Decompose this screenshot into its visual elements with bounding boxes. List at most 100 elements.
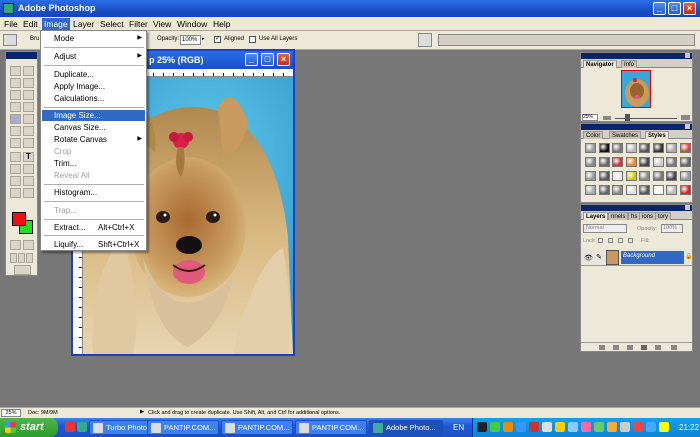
use-all-layers-checkbox[interactable] xyxy=(249,36,256,43)
style-preset-swatch[interactable] xyxy=(612,171,623,181)
blend-mode-select[interactable]: Normal xyxy=(583,224,627,233)
menu-layer[interactable]: Layer xyxy=(73,19,94,29)
tab-swatches[interactable]: Swatches xyxy=(609,131,642,139)
style-preset-swatch[interactable] xyxy=(679,171,691,181)
style-preset-swatch[interactable] xyxy=(679,185,691,195)
menu-help[interactable]: Help xyxy=(213,19,230,29)
navigator-thumbnail[interactable] xyxy=(621,70,651,108)
tray-app-icon[interactable] xyxy=(633,422,643,432)
style-preset-swatch[interactable] xyxy=(639,157,650,167)
eraser-tool-icon[interactable] xyxy=(10,126,21,136)
style-preset-swatch[interactable] xyxy=(652,157,664,167)
tray-app-icon[interactable] xyxy=(568,422,578,432)
blur-tool-icon[interactable] xyxy=(10,138,21,148)
style-preset-swatch[interactable] xyxy=(612,143,623,153)
app-title-bar[interactable]: Adobe Photoshop _ □ × xyxy=(0,0,700,17)
doc-size-info[interactable]: Doc: 9M/9M xyxy=(28,410,58,416)
style-preset-swatch[interactable] xyxy=(585,171,596,181)
zoom-out-icon[interactable] xyxy=(603,116,611,120)
new-layer-icon[interactable] xyxy=(655,345,661,350)
menu-item-histogram[interactable]: Histogram... xyxy=(42,187,145,198)
style-preset-swatch[interactable] xyxy=(666,157,677,167)
lock-position-checkbox[interactable] xyxy=(618,238,623,243)
menu-filter[interactable]: Filter xyxy=(129,19,148,29)
menu-item-mode[interactable]: Mode ▶ xyxy=(42,33,145,44)
tab-channels[interactable]: nnels xyxy=(608,212,629,220)
style-preset-swatch[interactable] xyxy=(652,143,664,153)
path-selection-icon[interactable] xyxy=(10,152,21,162)
type-tool-icon[interactable]: T xyxy=(23,152,34,162)
hand-tool-icon[interactable] xyxy=(10,188,21,198)
lock-image-checkbox[interactable] xyxy=(608,238,613,243)
task-pantip-1[interactable]: PANTIP.COM... xyxy=(147,420,219,435)
tray-app-icon[interactable] xyxy=(503,422,513,432)
style-preset-swatch[interactable] xyxy=(625,185,637,195)
language-indicator[interactable]: EN xyxy=(453,423,464,432)
tray-app-icon[interactable] xyxy=(516,422,526,432)
menu-item-rotate-canvas[interactable]: Rotate Canvas ▶ xyxy=(42,134,145,145)
crop-tool-icon[interactable] xyxy=(10,90,21,100)
quicklaunch-app-icon[interactable] xyxy=(65,422,75,432)
style-preset-swatch[interactable] xyxy=(585,143,596,153)
brush-palette-icon[interactable] xyxy=(418,33,432,47)
style-preset-swatch[interactable] xyxy=(652,185,664,195)
menu-item-canvas-size[interactable]: Canvas Size... xyxy=(42,122,145,133)
jump-to-imageready-icon[interactable] xyxy=(14,265,31,275)
layer-opacity-field[interactable]: 100% xyxy=(661,224,683,233)
lock-all-checkbox[interactable] xyxy=(628,238,633,243)
layer-style-icon[interactable] xyxy=(599,345,605,350)
tray-app-icon[interactable] xyxy=(620,422,630,432)
style-preset-swatch[interactable] xyxy=(625,157,637,167)
tab-history[interactable]: tory xyxy=(655,212,672,220)
menu-file[interactable]: File xyxy=(4,19,18,29)
history-brush-icon[interactable] xyxy=(23,114,34,124)
adjustment-layer-icon[interactable] xyxy=(641,345,647,350)
task-pantip-3[interactable]: PANTIP.COM... xyxy=(295,420,367,435)
tray-app-icon[interactable] xyxy=(646,422,656,432)
panel-close-icon[interactable] xyxy=(685,205,690,210)
style-preset-swatch[interactable] xyxy=(666,171,677,181)
panel-close-icon[interactable] xyxy=(685,53,690,58)
style-preset-swatch[interactable] xyxy=(639,185,650,195)
style-preset-swatch[interactable] xyxy=(612,185,623,195)
style-preset-swatch[interactable] xyxy=(625,171,637,181)
shape-tool-icon[interactable] xyxy=(23,164,34,174)
notes-tool-icon[interactable] xyxy=(10,176,21,186)
style-preset-swatch[interactable] xyxy=(625,143,637,153)
screen-mode-full-menu-icon[interactable] xyxy=(18,253,25,263)
tab-color[interactable]: Color xyxy=(583,131,604,139)
menu-item-apply-image[interactable]: Apply Image... xyxy=(42,81,145,92)
tray-app-icon[interactable] xyxy=(477,422,487,432)
menu-item-image-size[interactable]: Image Size... xyxy=(42,110,145,121)
style-preset-swatch[interactable] xyxy=(666,185,677,195)
screen-mode-standard-icon[interactable] xyxy=(10,253,17,263)
zoom-slider-thumb[interactable] xyxy=(625,114,630,121)
palette-well[interactable] xyxy=(438,34,695,46)
zoom-tool-icon[interactable] xyxy=(23,188,34,198)
tab-layers[interactable]: Layers xyxy=(583,212,609,220)
clone-stamp-icon[interactable] xyxy=(3,34,17,46)
healing-brush-icon[interactable] xyxy=(10,102,21,112)
doc-minimize-button[interactable]: _ xyxy=(245,53,258,66)
style-preset-swatch[interactable] xyxy=(598,157,610,167)
menu-image[interactable]: Image xyxy=(42,18,70,30)
tray-app-icon[interactable] xyxy=(529,422,539,432)
menu-item-liquify[interactable]: Liquify... Shft+Ctrl+X xyxy=(42,239,145,250)
menu-window[interactable]: Window xyxy=(177,19,207,29)
status-zoom-field[interactable]: 25% xyxy=(1,409,21,417)
style-preset-swatch[interactable] xyxy=(598,171,610,181)
tab-info[interactable]: Info xyxy=(621,60,638,68)
magic-wand-icon[interactable] xyxy=(23,78,34,88)
marquee-tool-icon[interactable] xyxy=(10,66,21,76)
menu-item-extract[interactable]: Extract... Alt+Ctrl+X xyxy=(42,222,145,233)
gradient-tool-icon[interactable] xyxy=(23,126,34,136)
clone-stamp-tool-icon[interactable] xyxy=(10,114,21,124)
style-preset-swatch[interactable] xyxy=(639,171,650,181)
menu-view[interactable]: View xyxy=(153,19,171,29)
style-preset-swatch[interactable] xyxy=(652,171,664,181)
close-button[interactable]: × xyxy=(683,2,696,15)
tray-app-icon[interactable] xyxy=(542,422,552,432)
tray-app-icon[interactable] xyxy=(555,422,565,432)
navigator-zoom-field[interactable]: 25% xyxy=(582,114,598,121)
opacity-arrow-icon[interactable]: ▸ xyxy=(202,36,205,42)
